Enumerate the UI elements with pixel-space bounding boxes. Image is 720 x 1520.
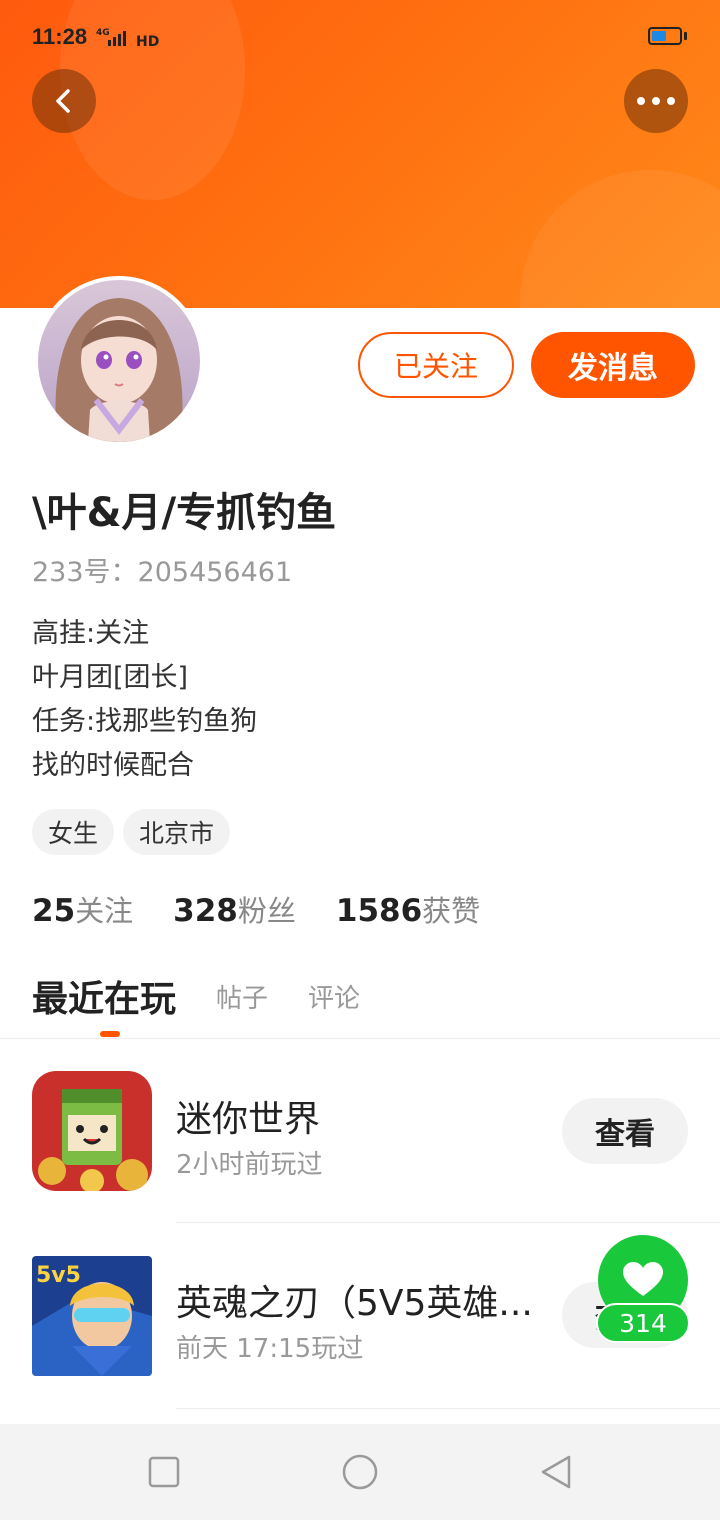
username: \叶&月/专抓钓鱼	[32, 490, 337, 536]
divider	[176, 1408, 720, 1409]
active-tab-indicator	[100, 1031, 120, 1037]
more-options-button[interactable]	[624, 69, 688, 133]
stat-label: 获赞	[422, 894, 481, 928]
stat-label: 关注	[75, 894, 134, 928]
system-nav-bar	[0, 1424, 720, 1520]
game-last-played: 2小时前玩过	[176, 1150, 323, 1180]
status-bar: 11:28 4G HD	[0, 0, 720, 70]
back-button[interactable]	[32, 69, 96, 133]
tab-recently-played[interactable]: 最近在玩	[32, 970, 176, 1022]
tab-comments[interactable]: 评论	[308, 978, 360, 1015]
profile-stats: 25关注 328粉丝 1586获赞	[32, 888, 480, 930]
tag-gender: 女生	[32, 809, 115, 855]
status-time: 11:28	[32, 24, 88, 49]
game-name: 迷你世界	[176, 1099, 321, 1140]
stat-number: 1586	[335, 893, 423, 929]
bio-line: 找的时候配合	[32, 750, 194, 781]
avatar-anime-girl-image	[38, 280, 200, 442]
svg-text:4G: 4G	[96, 28, 110, 38]
square-icon	[148, 1456, 180, 1488]
stat-number: 25	[32, 893, 76, 929]
following-button[interactable]: 已关注	[358, 332, 514, 398]
profile-header-banner: 11:28 4G HD	[0, 0, 720, 308]
network-indicator: 4G HD	[96, 26, 160, 54]
signal-icon: 4G HD	[96, 28, 159, 50]
game-last-played: 前天 17:15玩过	[176, 1334, 364, 1364]
like-count: 314	[596, 1303, 690, 1343]
bio-line: 高挂:关注	[32, 618, 150, 649]
profile-tags: 女生 北京市	[32, 809, 231, 855]
heart-icon	[623, 1262, 663, 1296]
svg-text:5v5: 5v5	[36, 1263, 81, 1288]
svg-text:HD: HD	[136, 34, 159, 50]
chevron-left-icon	[56, 89, 70, 113]
divider	[0, 1038, 720, 1039]
divider	[176, 1222, 720, 1223]
bio-line: 任务:找那些钓鱼狗	[32, 706, 258, 737]
profile-tabs: 最近在玩 帖子 评论	[32, 968, 360, 1024]
battery-icon	[648, 27, 682, 45]
game-name: 英魂之刃（5V5英雄...	[176, 1283, 533, 1324]
stat-label: 粉丝	[237, 894, 296, 928]
tag-location: 北京市	[123, 809, 231, 855]
like-float-button[interactable]: 314	[596, 1235, 690, 1345]
battery-tip	[684, 32, 687, 40]
hero-blade-icon: 5v5	[32, 1256, 152, 1376]
stat-fans[interactable]: 328粉丝	[173, 888, 296, 930]
stat-following[interactable]: 25关注	[32, 888, 133, 930]
more-dots-icon	[637, 97, 675, 105]
bio: 高挂:关注 叶月团[团长] 任务:找那些钓鱼狗 找的时候配合	[32, 612, 257, 788]
mini-world-icon	[32, 1071, 152, 1191]
user-id: 233号：205456461	[32, 557, 293, 588]
list-item[interactable]: 迷你世界 2小时前玩过 查看	[0, 1040, 720, 1200]
tab-posts[interactable]: 帖子	[216, 978, 268, 1015]
avatar[interactable]	[34, 276, 204, 446]
circle-icon	[342, 1454, 378, 1490]
stat-likes[interactable]: 1586获赞	[336, 888, 480, 930]
send-message-button[interactable]: 发消息	[531, 332, 695, 398]
recent-apps-button[interactable]	[144, 1452, 184, 1492]
back-nav-button[interactable]	[536, 1452, 576, 1492]
stat-number: 328	[173, 893, 238, 929]
bio-line: 叶月团[团长]	[32, 662, 189, 693]
view-button[interactable]: 查看	[562, 1098, 688, 1164]
triangle-back-icon	[541, 1455, 571, 1489]
header-decoration	[520, 170, 720, 308]
home-button[interactable]	[340, 1452, 380, 1492]
